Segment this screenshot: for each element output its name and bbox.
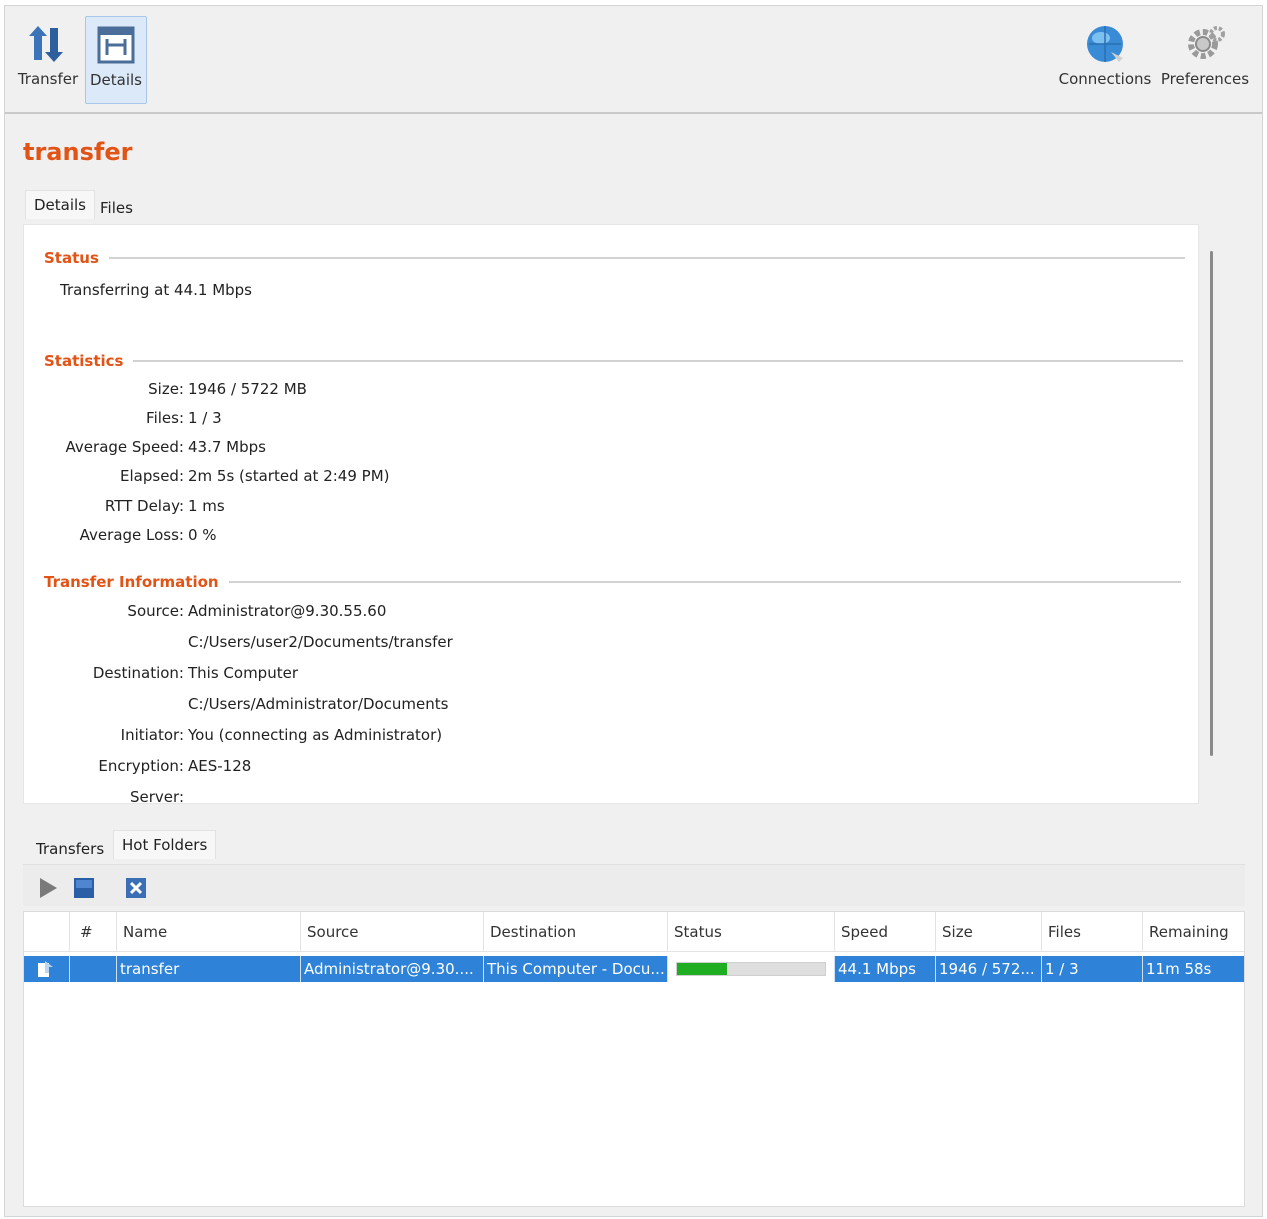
info-value: Administrator@9.30.55.60	[188, 602, 387, 620]
transfer-toolbar-label: Transfer	[17, 70, 79, 88]
statistics-section-header: Statistics	[44, 352, 1184, 370]
info-label: Initiator:	[120, 726, 184, 744]
info-row-source: Source: Administrator@9.30.55.60	[24, 602, 924, 630]
section-divider	[133, 360, 1184, 362]
transfer-row-icon	[38, 961, 53, 977]
row-source-cell: Administrator@9.30....	[301, 956, 484, 982]
stat-label: Files:	[146, 409, 184, 427]
column-header-number[interactable]: #	[70, 912, 117, 952]
main-toolbar: Transfer Details Connections Preferences	[5, 6, 1262, 114]
stat-label: Average Loss:	[79, 526, 184, 544]
row-icon-cell	[24, 956, 70, 982]
stat-row-average-speed: Average Speed: 43.7 Mbps	[24, 438, 924, 466]
details-toolbar-button[interactable]: Details	[85, 16, 147, 104]
tab-transfers[interactable]: Transfers	[27, 834, 113, 864]
progress-bar	[676, 962, 826, 976]
transfer-info-section-header: Transfer Information	[44, 573, 1181, 591]
stat-row-elapsed: Elapsed: 2m 5s (started at 2:49 PM)	[24, 467, 924, 495]
info-value: C:/Users/Administrator/Documents	[188, 695, 449, 713]
stat-row-average-loss: Average Loss: 0 %	[24, 526, 924, 554]
stat-value: 0 %	[188, 526, 217, 544]
column-header-source[interactable]: Source	[301, 912, 484, 952]
stop-icon[interactable]	[73, 877, 95, 899]
row-size-cell: 1946 / 572...	[936, 956, 1042, 982]
column-header-name[interactable]: Name	[117, 912, 301, 952]
cancel-icon[interactable]	[125, 877, 147, 899]
status-text: Transferring at 44.1 Mbps	[60, 281, 252, 299]
row-status-cell	[668, 956, 835, 982]
preferences-toolbar-button[interactable]: Preferences	[1157, 16, 1253, 104]
preferences-toolbar-label: Preferences	[1160, 70, 1250, 88]
info-row-destination-path: C:/Users/Administrator/Documents	[24, 695, 924, 723]
info-label: Server:	[130, 788, 184, 804]
stat-row-rtt-delay: RTT Delay: 1 ms	[24, 497, 924, 525]
info-value: You (connecting as Administrator)	[188, 726, 443, 744]
stat-label: Average Speed:	[65, 438, 184, 456]
tab-details[interactable]: Details	[25, 190, 96, 219]
transfer-toolbar-button[interactable]: Transfer	[13, 16, 83, 104]
info-value: This Computer	[188, 664, 298, 682]
status-section-header: Status	[44, 249, 1185, 267]
info-label: Source:	[127, 602, 184, 620]
column-header-icon[interactable]	[24, 912, 70, 952]
stat-value: 1 ms	[188, 497, 225, 515]
row-files-cell: 1 / 3	[1042, 956, 1143, 982]
info-row-encryption: Encryption: AES-128	[24, 757, 924, 785]
connections-toolbar-button[interactable]: Connections	[1057, 16, 1153, 104]
info-label: Destination:	[92, 664, 184, 682]
transfer-info-heading: Transfer Information	[44, 573, 219, 591]
app-window: Transfer Details Connections Preferences…	[4, 5, 1263, 1217]
stat-label: RTT Delay:	[104, 497, 184, 515]
tab-hot-folders[interactable]: Hot Folders	[113, 830, 217, 859]
table-header: # Name Source Destination Status Speed S…	[24, 912, 1244, 952]
statistics-heading: Statistics	[44, 352, 124, 370]
transfer-arrows-icon	[29, 26, 63, 62]
stat-value: 43.7 Mbps	[188, 438, 266, 456]
row-speed-cell: 44.1 Mbps	[835, 956, 936, 982]
info-row-source-path: C:/Users/user2/Documents/transfer	[24, 633, 924, 661]
section-divider	[108, 257, 1185, 259]
gear-icon	[1188, 26, 1225, 59]
progress-bar-fill	[677, 963, 728, 975]
column-header-status[interactable]: Status	[668, 912, 835, 952]
info-label: Encryption:	[98, 757, 184, 775]
section-divider	[228, 581, 1181, 583]
stat-value: 1 / 3	[188, 409, 222, 427]
stat-label: Elapsed:	[120, 467, 184, 485]
stat-row-files: Files: 1 / 3	[24, 409, 924, 437]
row-remaining-cell: 11m 58s	[1146, 960, 1212, 978]
globe-icon	[1087, 26, 1123, 62]
play-icon[interactable]	[37, 877, 59, 899]
stat-value: 1946 / 5722 MB	[188, 380, 307, 398]
page-title: transfer	[23, 138, 133, 166]
row-name-cell: transfer	[117, 956, 301, 982]
column-header-size[interactable]: Size	[936, 912, 1042, 952]
column-header-destination[interactable]: Destination	[484, 912, 668, 952]
connections-toolbar-label: Connections	[1058, 70, 1152, 88]
stat-label: Size:	[148, 380, 184, 398]
details-toolbar-label: Details	[89, 71, 142, 89]
stat-row-size: Size: 1946 / 5722 MB	[24, 380, 924, 408]
row-destination-cell: This Computer - Docu...	[484, 956, 668, 982]
info-value: AES-128	[188, 757, 252, 775]
info-row-destination: Destination: This Computer	[24, 664, 924, 692]
details-icon	[97, 26, 135, 64]
info-row-server: Server:	[24, 788, 924, 804]
details-scrollbar[interactable]	[1210, 251, 1213, 756]
details-panel: Status Transferring at 44.1 Mbps Statist…	[23, 224, 1199, 804]
column-header-remaining[interactable]: Remaining	[1143, 912, 1244, 952]
transfer-actions-toolbar	[23, 864, 1245, 906]
status-heading: Status	[44, 249, 99, 267]
tab-files[interactable]: Files	[91, 193, 142, 223]
stat-value: 2m 5s (started at 2:49 PM)	[188, 467, 390, 485]
column-header-speed[interactable]: Speed	[835, 912, 936, 952]
column-header-files[interactable]: Files	[1042, 912, 1143, 952]
table-row[interactable]: transfer Administrator@9.30.... This Com…	[24, 956, 1244, 982]
info-row-initiator: Initiator: You (connecting as Administra…	[24, 726, 924, 754]
info-value: C:/Users/user2/Documents/transfer	[188, 633, 453, 651]
transfers-table: # Name Source Destination Status Speed S…	[23, 911, 1245, 1207]
row-number-cell	[70, 956, 117, 982]
